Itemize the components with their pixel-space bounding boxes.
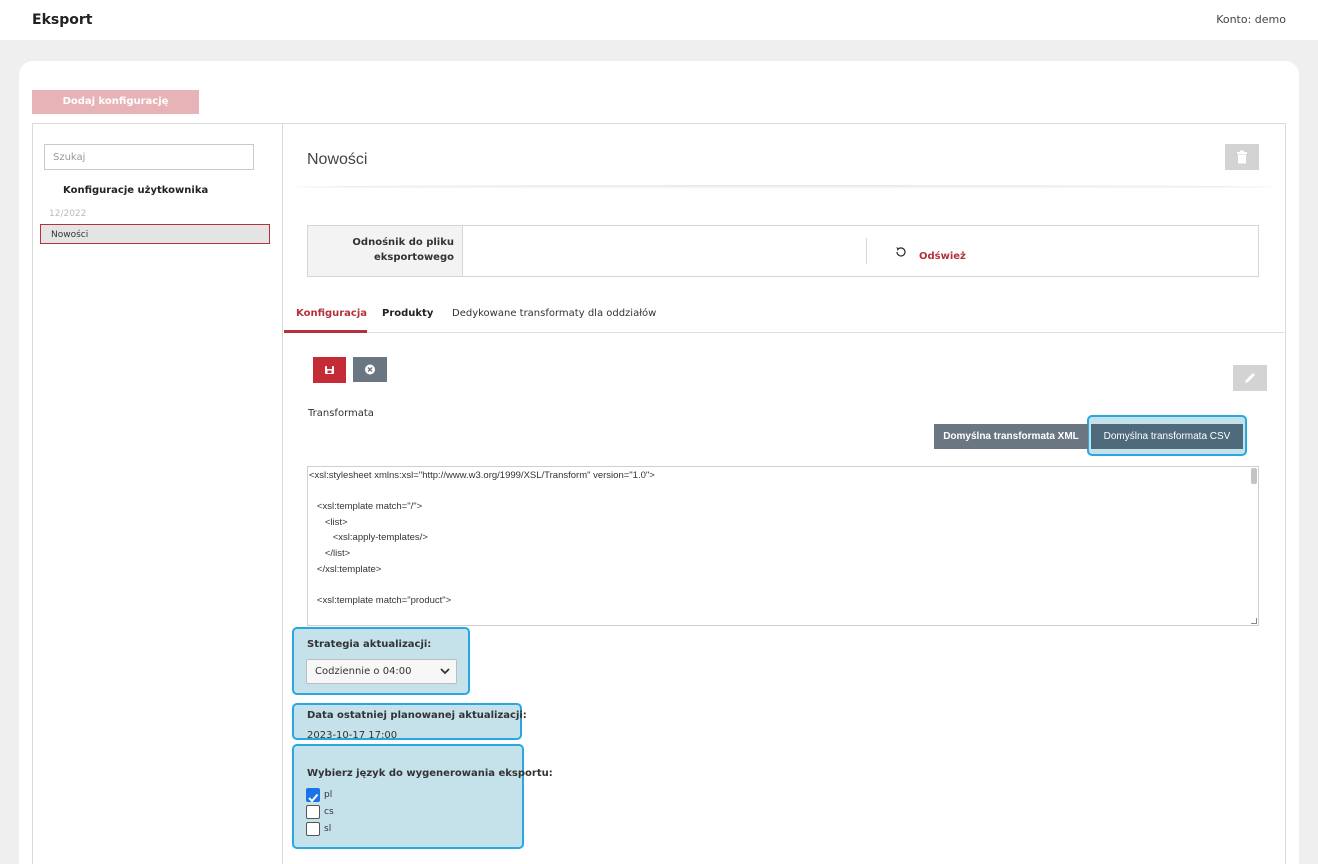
tab-konfiguracja[interactable]: Konfiguracja <box>296 308 367 319</box>
checkbox-cs[interactable] <box>306 805 320 819</box>
save-button[interactable] <box>313 357 346 383</box>
sidebar-item-nowosci[interactable]: Nowości <box>40 224 270 244</box>
account-label[interactable]: Konto: demo <box>1216 13 1286 26</box>
export-link-box: Odnośnik do pliku eksportowego Odśwież <box>307 225 1259 277</box>
config-title: Nowości <box>307 151 368 168</box>
tab-produkty[interactable]: Produkty <box>382 308 433 319</box>
default-xml-transform-button[interactable]: Domyślna transformata XML <box>934 424 1088 449</box>
update-strategy-value: Codziennie o 04:00 <box>315 666 412 677</box>
update-strategy-label: Strategia aktualizacji: <box>307 639 432 650</box>
checkbox-sl[interactable] <box>306 822 320 836</box>
language-label-pl: pl <box>324 790 333 800</box>
cancel-button[interactable] <box>353 357 387 382</box>
trash-icon <box>1237 150 1247 164</box>
export-link-label: Odnośnik do pliku eksportowego <box>308 226 463 276</box>
language-label-sl: sl <box>324 824 332 834</box>
transform-code[interactable]: <xsl:stylesheet xmlns:xsl="http://www.w3… <box>308 467 1258 608</box>
edit-button[interactable] <box>1233 365 1267 391</box>
close-circle-icon <box>365 364 375 375</box>
tab-dedykowane-transformaty[interactable]: Dedykowane transformaty dla oddziałów <box>452 308 656 319</box>
checkbox-pl[interactable] <box>306 788 320 803</box>
language-label: Wybierz język do wygenerowania eksportu: <box>307 768 553 779</box>
add-user-config-button[interactable]: Dodaj konfigurację użytkownika <box>32 90 199 131</box>
search-input[interactable] <box>44 144 254 170</box>
floppy-icon <box>325 366 334 374</box>
transform-code-editor[interactable]: <xsl:stylesheet xmlns:xsl="http://www.w3… <box>307 466 1259 626</box>
last-update-label: Data ostatniej planowanej aktualizacji: <box>307 710 527 721</box>
sidebar-date: 12/2022 <box>49 209 87 219</box>
top-bar: Eksport Konto: demo <box>0 0 1318 40</box>
last-update-value: 2023-10-17 17:00 <box>307 730 398 741</box>
pencil-icon <box>1245 373 1255 383</box>
delete-button[interactable] <box>1225 144 1259 170</box>
active-tab-indicator <box>284 330 367 333</box>
link-divider <box>866 238 867 264</box>
page-header-title: Eksport <box>32 12 93 28</box>
update-strategy-select[interactable]: Codziennie o 04:00 <box>306 659 457 684</box>
tabs-divider <box>284 332 1284 333</box>
sidebar-group-title: Konfiguracje użytkownika <box>63 185 209 196</box>
refresh-button[interactable]: Odśwież <box>919 251 966 262</box>
default-csv-transform-button[interactable]: Domyślna transformata CSV <box>1091 424 1243 449</box>
title-divider <box>292 185 1277 189</box>
chevron-down-icon <box>440 668 450 675</box>
editor-resize-handle[interactable] <box>1251 618 1257 624</box>
editor-scrollbar[interactable] <box>1251 468 1257 484</box>
refresh-icon[interactable] <box>894 245 908 259</box>
transform-label: Transformata <box>308 408 374 419</box>
language-label-cs: cs <box>324 807 334 817</box>
checkmark-icon <box>308 793 319 803</box>
